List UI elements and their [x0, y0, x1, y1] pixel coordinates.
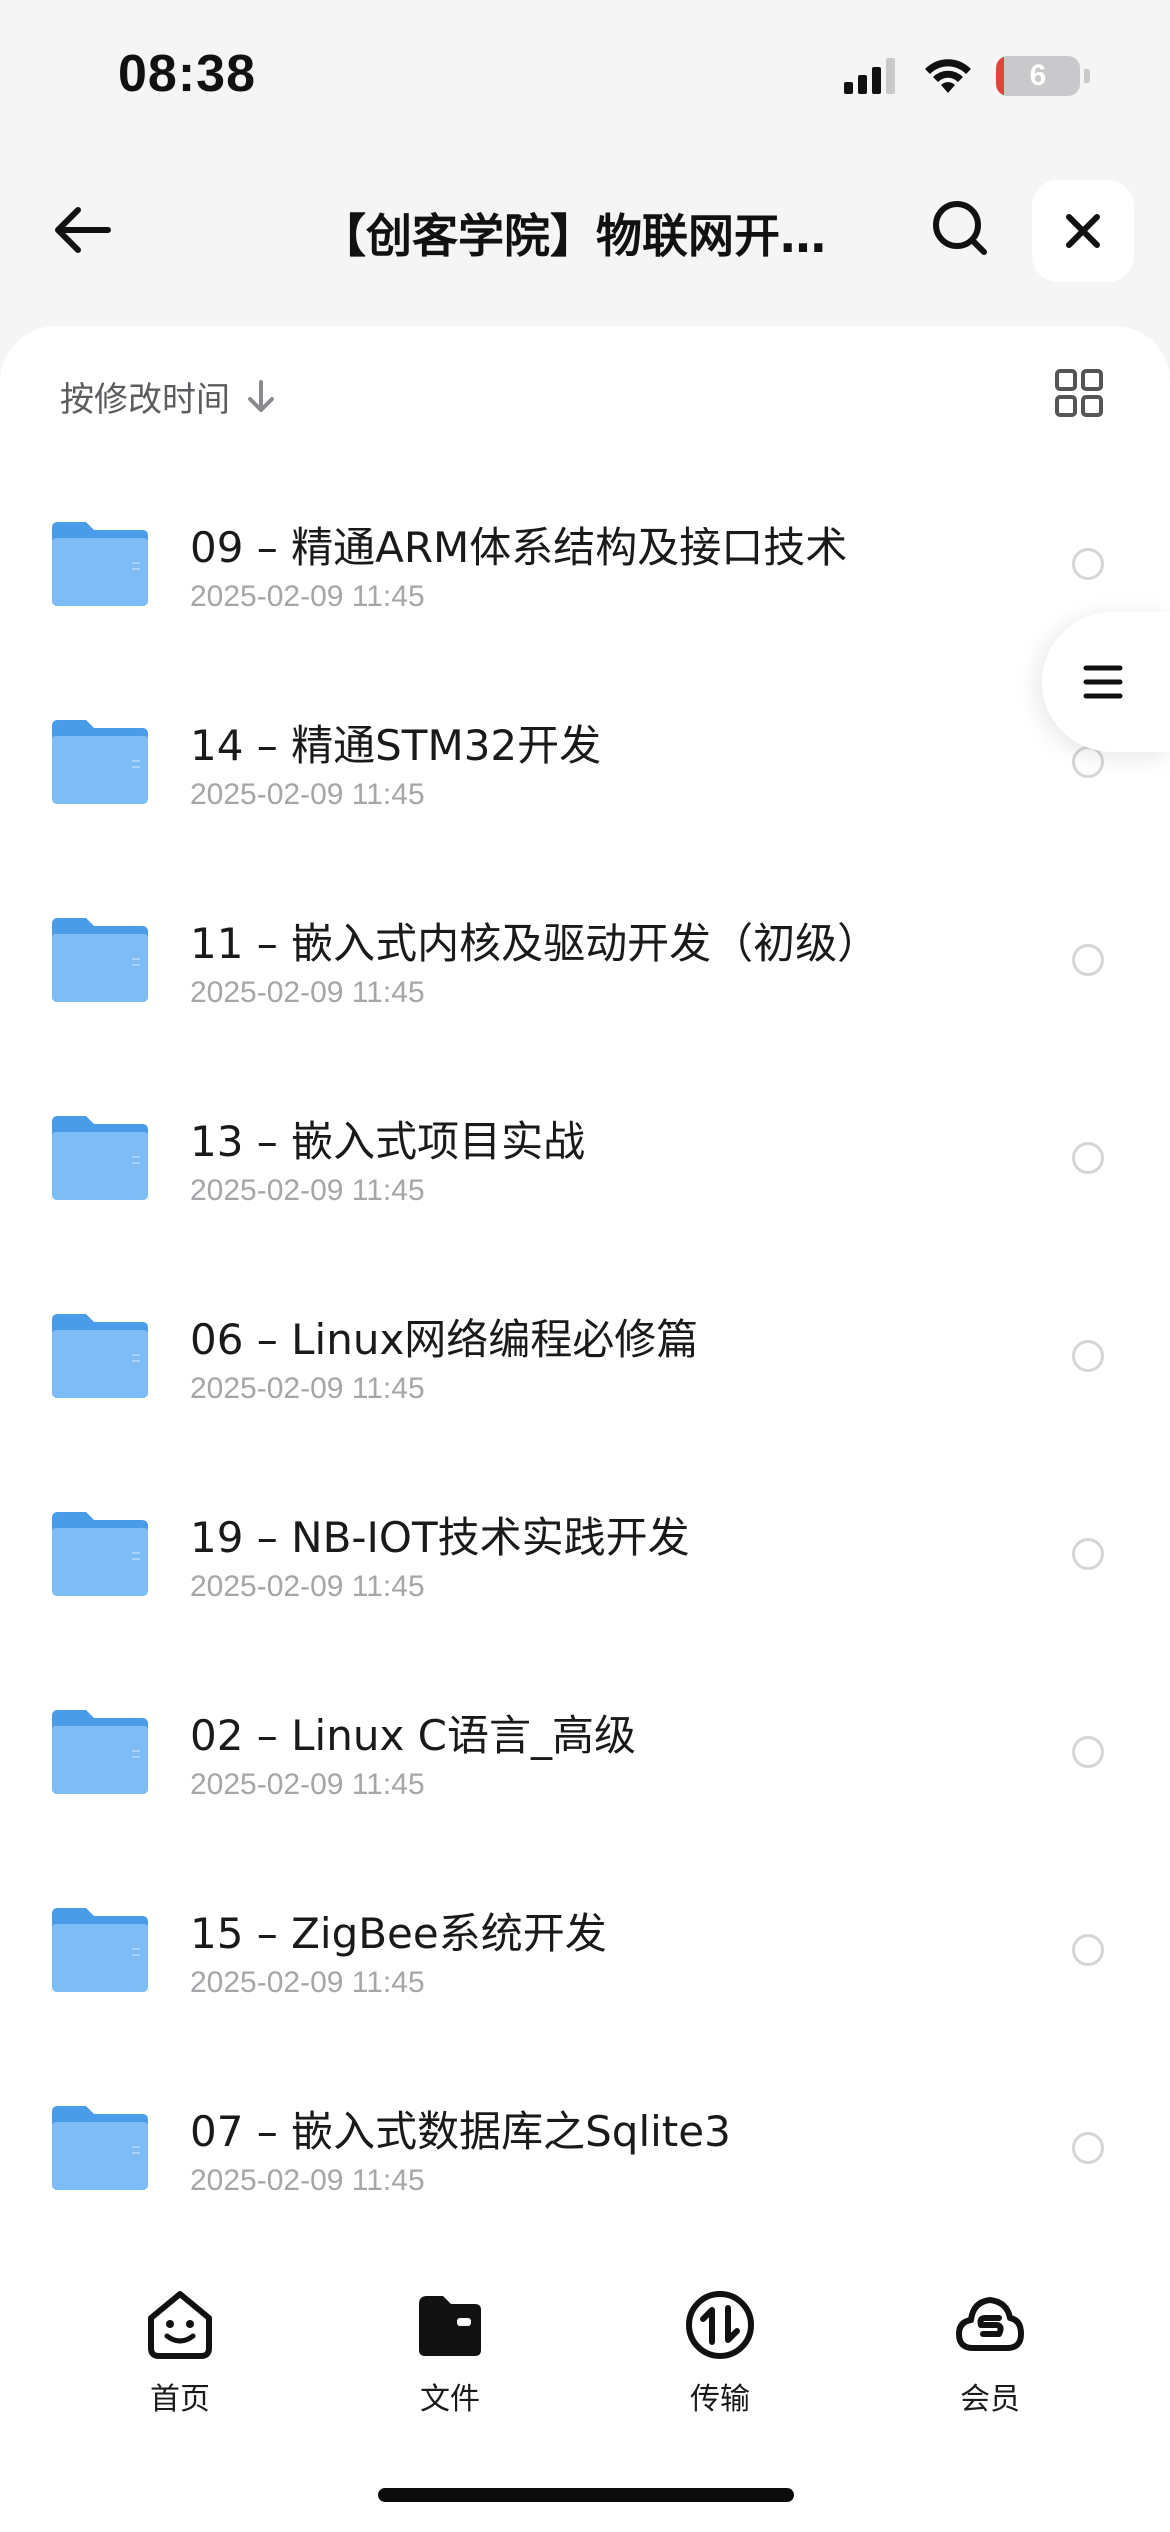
battery-indicator: 6 — [996, 56, 1080, 96]
tab-transfer[interactable]: 传输 — [620, 2288, 820, 2418]
status-time: 08:38 — [118, 45, 256, 103]
folder-icon — [52, 522, 148, 606]
cellular-signal-icon — [844, 58, 895, 94]
folder-icon — [52, 1908, 148, 1992]
nav-header: 【创客学院】物联网开… — [0, 170, 1170, 290]
file-row[interactable]: 15 – ZigBee系统开发 2025-02-09 11:45 — [0, 1862, 1170, 2060]
file-name: 11 – 嵌入式内核及驱动开发（初级） — [190, 919, 880, 968]
battery-tip — [1084, 69, 1090, 83]
transfer-icon — [686, 2291, 754, 2359]
select-radio[interactable] — [1072, 1538, 1104, 1570]
file-date: 2025-02-09 11:45 — [190, 1570, 425, 1603]
page-title: 【创客学院】物联网开… — [320, 209, 826, 263]
battery-level: 6 — [1029, 59, 1047, 92]
select-radio[interactable] — [1072, 1340, 1104, 1372]
file-name: 13 – 嵌入式项目实战 — [190, 1117, 586, 1166]
folder-icon — [52, 918, 148, 1002]
tab-files[interactable]: 文件 — [350, 2288, 550, 2418]
select-radio[interactable] — [1072, 1142, 1104, 1174]
smiley-home-icon — [148, 2291, 212, 2359]
file-name: 09 – 精通ARM体系结构及接口技术 — [190, 523, 848, 572]
tab-vip[interactable]: 会员 — [890, 2288, 1090, 2418]
folder-icon — [52, 720, 148, 804]
file-date: 2025-02-09 11:45 — [190, 2164, 425, 2197]
select-radio[interactable] — [1072, 1934, 1104, 1966]
folder-icon — [52, 1314, 148, 1398]
tab-label: 首页 — [150, 2382, 210, 2417]
select-radio[interactable] — [1072, 944, 1104, 976]
sort-control[interactable]: 按修改时间 — [60, 372, 276, 421]
file-row[interactable]: 19 – NB-IOT技术实践开发 2025-02-09 11:45 — [0, 1466, 1170, 1664]
file-name: 07 – 嵌入式数据库之Sqlite3 — [190, 2107, 731, 2156]
folder-icon — [52, 1710, 148, 1794]
file-name: 15 – ZigBee系统开发 — [190, 1909, 607, 1958]
tab-label: 传输 — [690, 2382, 750, 2417]
sort-label: 按修改时间 — [60, 380, 230, 420]
home-indicator — [378, 2488, 794, 2502]
close-icon — [1066, 214, 1100, 248]
folder-icon — [52, 2106, 148, 2190]
file-row[interactable]: 13 – 嵌入式项目实战 2025-02-09 11:45 — [0, 1070, 1170, 1268]
arrow-left-icon — [55, 207, 111, 253]
search-icon — [933, 201, 987, 255]
file-row[interactable]: 11 – 嵌入式内核及驱动开发（初级） 2025-02-09 11:45 — [0, 872, 1170, 1070]
folder-icon — [52, 1116, 148, 1200]
file-name: 19 – NB-IOT技术实践开发 — [190, 1513, 690, 1562]
search-button[interactable] — [922, 190, 998, 266]
file-date: 2025-02-09 11:45 — [190, 580, 425, 613]
tab-label: 会员 — [960, 2382, 1020, 2417]
menu-icon — [1083, 665, 1123, 699]
folder-tab-icon — [419, 2296, 481, 2356]
file-name: 06 – Linux网络编程必修篇 — [190, 1315, 699, 1364]
close-button[interactable] — [1032, 180, 1134, 282]
file-date: 2025-02-09 11:45 — [190, 778, 425, 811]
tab-home[interactable]: 首页 — [80, 2288, 280, 2418]
cloud-vip-icon — [956, 2297, 1024, 2351]
status-icons: 6 — [844, 56, 1090, 96]
folder-icon — [52, 1512, 148, 1596]
select-radio[interactable] — [1072, 2132, 1104, 2164]
file-date: 2025-02-09 11:45 — [190, 1966, 425, 1999]
file-browser: 按修改时间 09 – 精通ARM体系结构及接口技术 2025-02-09 11:… — [0, 326, 1170, 2226]
file-date: 2025-02-09 11:45 — [190, 1174, 425, 1207]
file-row[interactable]: 06 – Linux网络编程必修篇 2025-02-09 11:45 — [0, 1268, 1170, 1466]
status-bar: 08:38 6 — [0, 0, 1170, 160]
grid-view-icon[interactable] — [1054, 368, 1104, 418]
file-name: 14 – 精通STM32开发 — [190, 721, 602, 770]
file-date: 2025-02-09 11:45 — [190, 1372, 425, 1405]
wifi-icon — [925, 59, 971, 93]
tab-label: 文件 — [420, 2382, 480, 2417]
file-name: 02 – Linux C语言_高级 — [190, 1711, 636, 1760]
file-date: 2025-02-09 11:45 — [190, 1768, 425, 1801]
file-row[interactable]: 02 – Linux C语言_高级 2025-02-09 11:45 — [0, 1664, 1170, 1862]
file-row[interactable]: 14 – 精通STM32开发 2025-02-09 11:45 — [0, 674, 1170, 872]
arrow-down-icon — [248, 379, 274, 412]
tab-bar: 首页 文件 传输 会员 — [0, 2226, 1170, 2532]
select-radio[interactable] — [1072, 548, 1104, 580]
back-button[interactable] — [44, 192, 120, 268]
select-radio[interactable] — [1072, 1736, 1104, 1768]
file-row[interactable]: 09 – 精通ARM体系结构及接口技术 2025-02-09 11:45 — [0, 476, 1170, 674]
file-date: 2025-02-09 11:45 — [190, 976, 425, 1009]
floating-menu-button[interactable] — [1042, 612, 1170, 752]
